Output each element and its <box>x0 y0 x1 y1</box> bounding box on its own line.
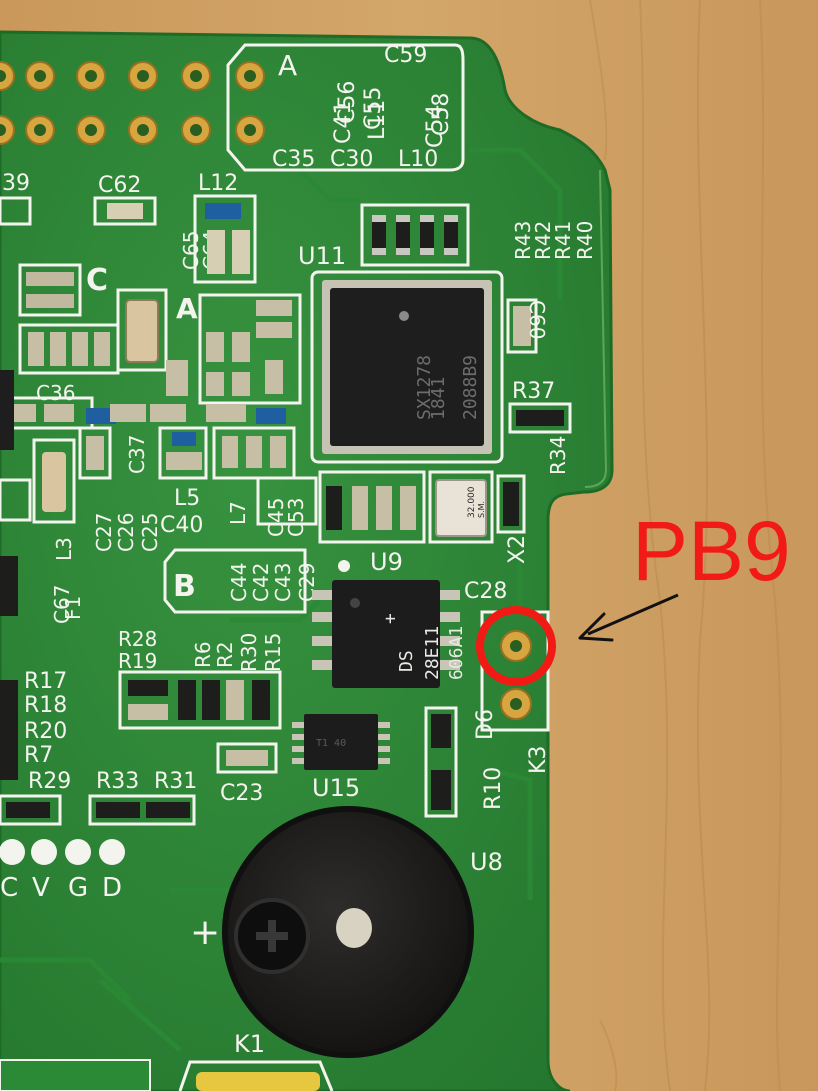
u9-marking-plus: + <box>380 613 401 624</box>
silk-l10: L10 <box>398 147 438 172</box>
u9-marking-1: DS <box>396 650 417 672</box>
silk-r34: R34 <box>546 436 570 475</box>
silk-d6: D6 <box>473 709 498 740</box>
u11-marking-2: 1841 <box>428 377 449 420</box>
silk-r6: R6 <box>191 641 215 668</box>
silk-r31: R31 <box>154 769 197 794</box>
silk-c42: C42 <box>249 563 273 602</box>
silk-r28: R28 <box>118 627 157 651</box>
u11-chip-group: SX1278 1841 2088B9 <box>310 270 504 464</box>
silk-c27: C27 <box>92 513 116 552</box>
buzzer-hole <box>336 908 372 948</box>
silk-c37: C37 <box>125 435 149 474</box>
silk-f1: F1 <box>61 596 85 620</box>
silk-r29: R29 <box>28 769 71 794</box>
silk-c43: C43 <box>271 563 295 602</box>
silk-39: 39 <box>2 171 30 196</box>
u15-marking: T1 40 <box>316 738 346 749</box>
silk-c44: C44 <box>227 563 251 602</box>
silk-k3: K3 <box>526 746 551 774</box>
r-labels-bottom: R29 R33 R31 <box>28 769 197 794</box>
silk-u8: U8 <box>470 848 503 876</box>
silk-pin-d: D <box>102 873 122 903</box>
silk-pin-v: V <box>32 873 50 903</box>
silk-r2: R2 <box>213 641 237 668</box>
u9-marking-3: 606A1 <box>446 626 467 680</box>
silk-c41: C41 <box>331 101 356 144</box>
silk-r15: R15 <box>261 633 285 672</box>
silk-section-a-mid: A <box>176 292 198 325</box>
buzzer-u8 <box>222 806 474 1058</box>
silk-k1: K1 <box>234 1030 265 1058</box>
silk-c35: C35 <box>272 147 315 172</box>
silk-pin-g: G <box>68 873 88 903</box>
silk-c54: C54 <box>423 105 448 148</box>
pcb-photo-scene: A C59 C58 C56 C55 C41 C54 L11 C35 C30 L1… <box>0 0 818 1091</box>
silk-c53: C53 <box>284 498 308 537</box>
silk-c40: C40 <box>160 513 203 538</box>
silk-x2: X2 <box>505 535 530 564</box>
silk-plus: + <box>190 912 220 953</box>
silk-c28: C28 <box>464 579 507 604</box>
silk-l7: L7 <box>226 501 250 525</box>
crystal-text-2: S.M. <box>477 501 486 518</box>
silk-u9: U9 <box>370 548 403 576</box>
silk-b-caps: C44 C42 C43 C29 <box>227 563 319 602</box>
silk-c60: C60 <box>525 300 549 339</box>
silk-c62: C62 <box>98 173 141 198</box>
silk-u11: U11 <box>298 242 346 270</box>
silk-r20: R20 <box>24 719 67 744</box>
silk-l3: L3 <box>52 537 76 561</box>
silk-u15: U15 <box>312 774 360 802</box>
silk-c36: C36 <box>36 381 75 405</box>
silk-resistor-labels-top: R43 R42 R41 R40 <box>511 221 597 260</box>
silk-r17: R17 <box>24 669 67 694</box>
silk-section-b: B <box>173 569 196 604</box>
k1-button-edge <box>196 1072 320 1091</box>
silk-r10: R10 <box>481 767 506 810</box>
silk-l5: L5 <box>174 486 200 511</box>
u11-marking-3: 2088B9 <box>460 355 481 420</box>
silk-r40: R40 <box>573 221 597 260</box>
silk-l11: L11 <box>365 100 390 140</box>
u15-chip-group: T1 40 <box>292 714 390 770</box>
silk-r18: R18 <box>24 693 67 718</box>
silk-r41: R41 <box>551 221 575 260</box>
u9-pin1-dot <box>338 560 350 572</box>
silk-section-c: C <box>86 263 108 298</box>
silk-c25: C25 <box>138 513 162 552</box>
silk-r30: R30 <box>237 633 261 672</box>
silk-c30: C30 <box>330 147 373 172</box>
pb9-label: PB9 <box>632 504 791 598</box>
silk-section-a-top: A <box>278 49 297 82</box>
u9-marking-2: 28E11 <box>422 626 443 680</box>
silk-c23: C23 <box>220 781 263 806</box>
silk-r7: R7 <box>24 743 53 768</box>
silk-l12: L12 <box>198 171 238 196</box>
silk-r19: R19 <box>118 649 157 673</box>
silk-c26: C26 <box>114 513 138 552</box>
crystal-text-1: 32.000 <box>467 486 477 518</box>
silk-r33: R33 <box>96 769 139 794</box>
silk-pin-c: C <box>0 873 18 903</box>
silk-r37: R37 <box>512 379 555 404</box>
silk-c59: C59 <box>384 43 427 68</box>
